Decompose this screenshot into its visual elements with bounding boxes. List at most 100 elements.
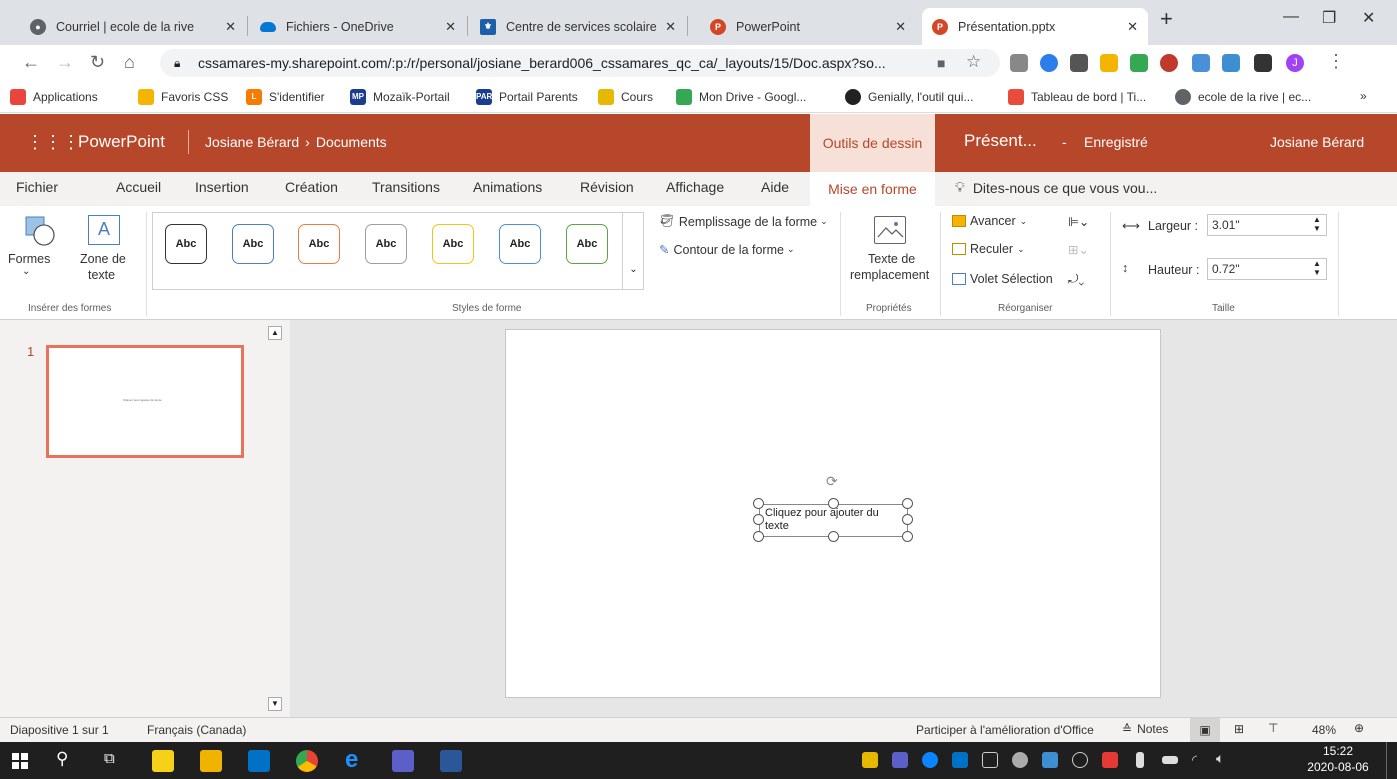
browser-tab-presentation[interactable]: P Présentation.pptx ✕ xyxy=(922,8,1148,45)
formes-button[interactable] xyxy=(24,216,58,246)
largeur-spinner[interactable]: ▲ ▼ xyxy=(1309,215,1325,235)
shape-style-5[interactable]: Abc xyxy=(432,224,474,264)
drive-extension-icon[interactable] xyxy=(1130,54,1148,72)
resize-handle[interactable] xyxy=(828,498,839,509)
sticky-notes-icon[interactable] xyxy=(152,750,174,772)
close-icon[interactable]: ✕ xyxy=(225,19,236,35)
alt-text-icon[interactable] xyxy=(874,216,906,244)
teams-icon[interactable] xyxy=(392,750,414,772)
text-box-icon[interactable]: A xyxy=(88,215,120,245)
reculer-button[interactable]: Reculer ⌄ xyxy=(952,242,1025,256)
fit-to-window-icon[interactable]: ⊕ xyxy=(1354,721,1364,735)
file-explorer-icon[interactable] xyxy=(200,750,222,772)
resize-handle[interactable] xyxy=(753,498,764,509)
sync-tray-icon[interactable] xyxy=(1012,752,1028,768)
bookmark-tableau-de-bord[interactable]: Tableau de bord | Ti... xyxy=(1008,89,1146,105)
network-tray-icon[interactable] xyxy=(1072,752,1088,768)
user-name[interactable]: Josiane Bérard xyxy=(1270,134,1364,150)
slide-sorter-icon[interactable]: ⊞ xyxy=(1234,722,1244,736)
hand-extension-icon[interactable] xyxy=(1100,54,1118,72)
improve-office-link[interactable]: Participer à l'amélioration d'Office xyxy=(916,723,1094,737)
hauteur-spinner[interactable]: ▲ ▼ xyxy=(1309,259,1325,279)
app-name[interactable]: PowerPoint xyxy=(78,132,165,152)
avancer-button[interactable]: Avancer ⌄ xyxy=(952,214,1027,228)
shape-style-1[interactable]: Abc xyxy=(165,224,207,264)
tab-animations[interactable]: Animations xyxy=(473,179,542,195)
volet-selection-button[interactable]: Volet Sélection xyxy=(952,272,1053,286)
scroll-up-button[interactable]: ▲ xyxy=(268,326,282,340)
task-view-icon[interactable]: ⧉ xyxy=(104,750,115,767)
edge-icon[interactable]: e xyxy=(345,746,358,774)
star-icon[interactable]: ☆ xyxy=(966,52,981,72)
close-icon[interactable]: ✕ xyxy=(445,19,456,35)
word-icon[interactable] xyxy=(440,750,462,772)
bookmark-mon-drive[interactable]: Mon Drive - Googl... xyxy=(676,89,806,105)
formes-label[interactable]: Formes xyxy=(8,252,50,266)
resize-handle[interactable] xyxy=(753,531,764,542)
presenter-view-icon[interactable]: ⊤ xyxy=(1268,721,1278,735)
restore-button[interactable]: ❐ xyxy=(1322,8,1336,28)
chevron-down-icon[interactable]: ⌄ xyxy=(22,266,30,277)
home-icon[interactable]: ⌂ xyxy=(124,52,135,73)
slide-thumbnail[interactable]: Cliquez pour ajouter du texte xyxy=(46,345,244,458)
new-tab-button[interactable]: + xyxy=(1160,6,1173,32)
teams-tray-icon[interactable] xyxy=(892,752,908,768)
text-box-placeholder[interactable]: Cliquez pour ajouter du texte xyxy=(765,507,905,533)
outlook-icon[interactable] xyxy=(248,750,270,772)
shape-style-7[interactable]: Abc xyxy=(566,224,608,264)
chrome-taskbar-icon[interactable] xyxy=(296,750,318,772)
battery-tray-icon[interactable] xyxy=(1162,756,1178,764)
alt-text-label-2[interactable]: remplacement xyxy=(850,268,929,282)
tab-creation[interactable]: Création xyxy=(285,179,338,195)
menu-dots-icon[interactable]: ⋮ xyxy=(1327,51,1345,72)
puzzle-icon[interactable] xyxy=(1254,54,1272,72)
rotate-icon[interactable]: ⤾⌄ xyxy=(1068,272,1084,287)
tab-revision[interactable]: Révision xyxy=(580,179,634,195)
thumbnail-scrollbar[interactable] xyxy=(268,320,282,710)
remplissage-button[interactable]: 🪣︎ Remplissage de la forme ⌄ xyxy=(659,214,828,229)
close-icon[interactable]: ✕ xyxy=(665,19,676,35)
bookmark-mozaik[interactable]: MP Mozaïk-Portail xyxy=(350,89,450,105)
extension-icon[interactable] xyxy=(1010,54,1028,72)
browser-tab-onedrive[interactable]: Fichiers - OneDrive ✕ xyxy=(250,8,466,45)
resize-handle[interactable] xyxy=(902,498,913,509)
windows-start-icon[interactable] xyxy=(12,753,28,769)
shape-style-3[interactable]: Abc xyxy=(298,224,340,264)
tab-insertion[interactable]: Insertion xyxy=(195,179,249,195)
kaspersky-tray-icon[interactable] xyxy=(1102,752,1118,768)
bookmark-sidentifier[interactable]: L S'identifier xyxy=(246,89,325,105)
translate-extension-icon[interactable] xyxy=(1192,54,1210,72)
breadcrumb-folder[interactable]: Documents xyxy=(316,134,387,150)
document-title[interactable]: Présent... xyxy=(964,131,1037,151)
bookmark-favoris-css[interactable]: Favoris CSS xyxy=(138,89,228,105)
reload-icon[interactable]: ↻ xyxy=(90,52,105,73)
mail-tray-icon[interactable] xyxy=(862,752,878,768)
tell-me-box[interactable]: 💡︎ Dites-nous ce que vous vou... xyxy=(955,179,1157,196)
slide[interactable]: Cliquez pour ajouter du texte ⟳ xyxy=(505,329,1161,698)
bookmark-cours[interactable]: Cours xyxy=(598,89,653,105)
show-desktop-button[interactable] xyxy=(1386,742,1387,779)
language[interactable]: Français (Canada) xyxy=(147,723,246,737)
close-icon[interactable]: ✕ xyxy=(895,19,906,35)
outlook-tray-icon[interactable] xyxy=(952,752,968,768)
alt-text-label-1[interactable]: Texte de xyxy=(868,252,915,266)
search-icon[interactable]: ⚲ xyxy=(56,749,68,769)
contour-button[interactable]: ✎ Contour de la forme ⌄ xyxy=(659,242,795,258)
minimize-button[interactable]: — xyxy=(1283,8,1299,26)
resize-handle[interactable] xyxy=(828,531,839,542)
bookmark-ecole-rive[interactable]: ecole de la rive | ec... xyxy=(1175,89,1311,105)
browser-tab-courriel[interactable]: ● Courriel | ecole de la rive ✕ xyxy=(20,8,246,45)
zone-texte-label-1[interactable]: Zone de xyxy=(80,252,126,266)
wifi-icon[interactable]: ◜ xyxy=(1192,752,1197,768)
gallery-more-button[interactable]: ⌄ xyxy=(622,212,644,290)
resize-handle[interactable] xyxy=(902,531,913,542)
screen-extension-icon[interactable] xyxy=(1222,54,1240,72)
browser-tab-centre-services[interactable]: ⚜ Centre de services scolaire ✕ xyxy=(470,8,686,45)
group-icon[interactable]: ⊞⌄ xyxy=(1068,242,1089,257)
bookmark-portail-parents[interactable]: PAR Portail Parents xyxy=(476,89,578,105)
volume-icon[interactable]: 🔈︎ xyxy=(1216,750,1224,767)
tab-fichier[interactable]: Fichier xyxy=(16,179,58,195)
clipboard-tray-icon[interactable] xyxy=(982,752,998,768)
tab-transitions[interactable]: Transitions xyxy=(372,179,440,195)
onedrive-tray-icon[interactable] xyxy=(922,752,938,768)
